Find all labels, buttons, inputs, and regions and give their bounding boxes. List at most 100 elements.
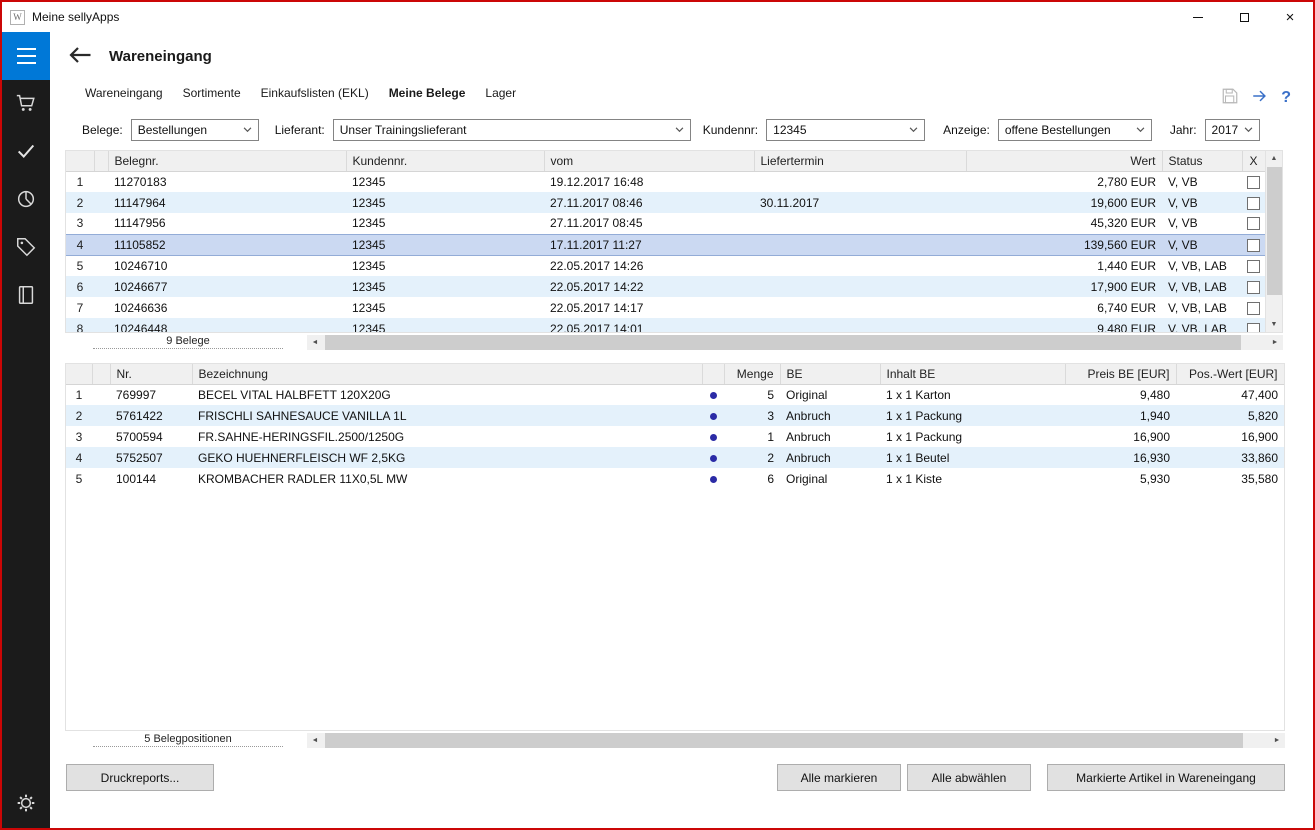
menu-button[interactable] <box>2 32 50 80</box>
forward-arrow-icon[interactable] <box>1251 87 1269 108</box>
sidebar-item-check[interactable] <box>2 128 50 176</box>
kundennr-dropdown[interactable]: 12345 <box>766 119 925 141</box>
help-icon[interactable]: ? <box>1281 89 1291 107</box>
back-button[interactable] <box>66 45 94 67</box>
col-x[interactable]: X <box>1242 151 1265 171</box>
sidebar-item-cart[interactable] <box>2 80 50 128</box>
position-row[interactable]: 5100144KROMBACHER RADLER 11X0,5L MW6Orig… <box>66 468 1284 489</box>
save-icon[interactable] <box>1221 87 1239 108</box>
col-vom[interactable]: vom <box>544 151 754 171</box>
beleg-row[interactable]: 4111058521234517.11.2017 11:27139,560 EU… <box>66 234 1265 255</box>
cell-inhalt-be: 1 x 1 Karton <box>880 384 1065 405</box>
horizontal-scrollbar[interactable]: ◄ ► <box>307 733 1285 748</box>
col-inhalt-be[interactable]: Inhalt BE <box>880 364 1065 384</box>
col-liefertermin[interactable]: Liefertermin <box>754 151 966 171</box>
lieferant-dropdown[interactable]: Unser Trainingslieferant <box>333 119 691 141</box>
minimize-button[interactable] <box>1175 2 1221 32</box>
beleg-row[interactable]: 1112701831234519.12.2017 16:482,780 EURV… <box>66 171 1265 192</box>
cell-menge: 5 <box>724 384 780 405</box>
beleg-row[interactable]: 6102466771234522.05.2017 14:2217,900 EUR… <box>66 276 1265 297</box>
row-checkbox[interactable] <box>1247 217 1260 230</box>
cell-belegnr: 10246636 <box>108 297 346 318</box>
col-belegnr[interactable]: Belegnr. <box>108 151 346 171</box>
scrollbar-thumb[interactable] <box>325 335 1241 350</box>
cell-artikelnr: 100144 <box>110 468 192 489</box>
belege-dropdown[interactable]: Bestellungen <box>131 119 259 141</box>
scroll-right-icon[interactable]: ► <box>1269 733 1285 748</box>
cell-artikelnr: 5761422 <box>110 405 192 426</box>
col-menge[interactable]: Menge <box>724 364 780 384</box>
cell-kundennr: 12345 <box>346 297 544 318</box>
horizontal-scrollbar[interactable]: ◄ ► <box>307 335 1283 350</box>
row-checkbox[interactable] <box>1247 176 1260 189</box>
sidebar-item-settings[interactable] <box>2 780 50 828</box>
tab-meine-belege[interactable]: Meine Belege <box>389 84 466 102</box>
position-row[interactable]: 1769997BECEL VITAL HALBFETT 120X20G5Orig… <box>66 384 1284 405</box>
col-kundennr[interactable]: Kundennr. <box>346 151 544 171</box>
positionen-header-row: Nr. Bezeichnung Menge BE Inhalt BE Preis… <box>66 364 1284 384</box>
kundennr-filter-label: Kundennr: <box>703 123 758 137</box>
row-checkbox[interactable] <box>1247 323 1260 333</box>
vertical-scrollbar[interactable]: ▲ ▼ <box>1265 151 1282 332</box>
beleg-row[interactable]: 3111479561234527.11.2017 08:4545,320 EUR… <box>66 213 1265 234</box>
tab-einkaufslisten[interactable]: Einkaufslisten (EKL) <box>261 84 369 102</box>
position-row[interactable]: 35700594FR.SAHNE-HERINGSFIL.2500/1250G1A… <box>66 426 1284 447</box>
beleg-row[interactable]: 8102464481234522.05.2017 14:019,480 EURV… <box>66 318 1265 333</box>
row-checkbox[interactable] <box>1247 281 1260 294</box>
markierte-artikel-button[interactable]: Markierte Artikel in Wareneingang <box>1047 764 1285 791</box>
col-status[interactable]: Status <box>1162 151 1242 171</box>
tabbar: Wareneingang Sortimente Einkaufslisten (… <box>85 84 1313 102</box>
beleg-row[interactable]: 7102466361234522.05.2017 14:176,740 EURV… <box>66 297 1265 318</box>
cell-preis-be: 16,930 <box>1065 447 1176 468</box>
cell-be: Original <box>780 384 880 405</box>
belege-count-label: 9 Belege <box>93 335 283 349</box>
position-row[interactable]: 25761422FRISCHLI SAHNESAUCE VANILLA 1L3A… <box>66 405 1284 426</box>
cell-preis-be: 16,900 <box>1065 426 1176 447</box>
cell-bezeichnung: KROMBACHER RADLER 11X0,5L MW <box>192 468 702 489</box>
tab-sortimente[interactable]: Sortimente <box>183 84 241 102</box>
scroll-up-icon[interactable]: ▲ <box>1266 151 1282 166</box>
cell-kundennr: 12345 <box>346 171 544 192</box>
col-nr[interactable]: Nr. <box>110 364 192 384</box>
sidebar-item-catalog[interactable] <box>2 272 50 320</box>
col-be[interactable]: BE <box>780 364 880 384</box>
positionen-count-label: 5 Belegpositionen <box>93 733 283 747</box>
col-pos-wert[interactable]: Pos.-Wert [EUR] <box>1176 364 1284 384</box>
scrollbar-thumb[interactable] <box>1267 167 1282 295</box>
alle-markieren-button[interactable]: Alle markieren <box>777 764 901 791</box>
close-button[interactable]: × <box>1267 2 1313 32</box>
beleg-row[interactable]: 2111479641234527.11.2017 08:4630.11.2017… <box>66 192 1265 213</box>
cell-liefertermin <box>754 318 966 333</box>
jahr-dropdown[interactable]: 2017 <box>1205 119 1260 141</box>
cell-status: V, VB <box>1162 171 1242 192</box>
anzeige-dropdown[interactable]: offene Bestellungen <box>998 119 1152 141</box>
cell-preis-be: 5,930 <box>1065 468 1176 489</box>
col-bezeichnung[interactable]: Bezeichnung <box>192 364 702 384</box>
tab-lager[interactable]: Lager <box>485 84 516 102</box>
cell-menge: 1 <box>724 426 780 447</box>
cell-wert: 9,480 EUR <box>966 318 1162 333</box>
position-row[interactable]: 45752507GEKO HUEHNERFLEISCH WF 2,5KG2Anb… <box>66 447 1284 468</box>
scroll-left-icon[interactable]: ◄ <box>307 335 323 350</box>
row-checkbox[interactable] <box>1247 197 1260 210</box>
beleg-row[interactable]: 5102467101234522.05.2017 14:261,440 EURV… <box>66 255 1265 276</box>
status-dot-icon <box>710 455 717 462</box>
status-dot-icon <box>710 434 717 441</box>
col-preis-be[interactable]: Preis BE [EUR] <box>1065 364 1176 384</box>
scroll-right-icon[interactable]: ► <box>1267 335 1283 350</box>
main-area: Wareneingang Wareneingang Sortimente Ein… <box>50 32 1313 828</box>
tab-wareneingang[interactable]: Wareneingang <box>85 84 163 102</box>
scroll-left-icon[interactable]: ◄ <box>307 733 323 748</box>
scrollbar-thumb[interactable] <box>325 733 1243 748</box>
row-checkbox[interactable] <box>1247 260 1260 273</box>
col-wert[interactable]: Wert <box>966 151 1162 171</box>
row-checkbox[interactable] <box>1247 239 1260 252</box>
sidebar-item-tags[interactable] <box>2 224 50 272</box>
row-checkbox[interactable] <box>1247 302 1260 315</box>
maximize-button[interactable] <box>1221 2 1267 32</box>
sidebar-item-statistics[interactable] <box>2 176 50 224</box>
druckreports-button[interactable]: Druckreports... <box>66 764 214 791</box>
scroll-down-icon[interactable]: ▼ <box>1266 317 1282 332</box>
alle-abwaehlen-button[interactable]: Alle abwählen <box>907 764 1031 791</box>
cell-bezeichnung: GEKO HUEHNERFLEISCH WF 2,5KG <box>192 447 702 468</box>
